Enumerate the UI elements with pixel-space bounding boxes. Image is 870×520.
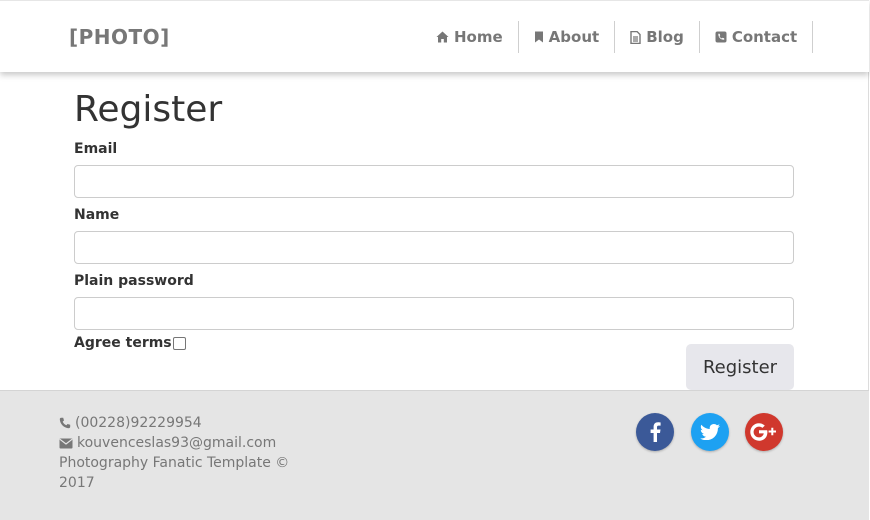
nav-contact-label: Contact [731, 28, 798, 46]
twitter-button[interactable] [691, 413, 729, 451]
footer-phone-line: (00228)92229954 [59, 413, 309, 433]
document-icon [630, 30, 641, 44]
footer: (00228)92229954 kouvenceslas93@gmail.com… [0, 390, 869, 520]
register-form: Register Email Name Plain password Agree… [74, 88, 794, 390]
nav-about-label: About [548, 28, 600, 46]
email-label: Email [74, 141, 118, 157]
nav-blog[interactable]: Blog [614, 21, 699, 53]
footer-copyright: Photography Fanatic Template © 2017 [59, 455, 290, 491]
nav-blog-label: Blog [646, 28, 684, 46]
facebook-button[interactable] [636, 413, 674, 451]
name-field[interactable] [74, 231, 794, 264]
navbar: [PHOTO] Home About Blog Contact [0, 0, 869, 72]
google-plus-button[interactable] [745, 413, 783, 451]
phone-icon [715, 31, 727, 43]
nav-about[interactable]: About [517, 21, 615, 53]
name-label: Name [74, 207, 120, 223]
brand-logo[interactable]: [PHOTO] [69, 25, 170, 49]
nav-contact[interactable]: Contact [698, 21, 812, 53]
google-plus-icon [750, 423, 776, 441]
bookmark-icon [534, 31, 543, 43]
nav-home-label: Home [454, 28, 503, 46]
envelope-icon [59, 438, 73, 448]
footer-email-line: kouvenceslas93@gmail.com [59, 433, 309, 453]
agree-terms-checkbox[interactable] [172, 336, 186, 350]
page-title: Register [74, 89, 223, 130]
footer-email[interactable]: kouvenceslas93@gmail.com [77, 433, 276, 453]
email-field[interactable] [74, 165, 794, 198]
phone-icon [59, 417, 71, 429]
facebook-icon [650, 422, 661, 442]
password-field[interactable] [74, 297, 794, 330]
main-nav: Home About Blog Contact [421, 21, 814, 53]
password-label: Plain password [74, 273, 194, 289]
agree-terms-label: Agree terms [74, 335, 172, 351]
register-button[interactable]: Register [686, 344, 794, 390]
nav-home[interactable]: Home [421, 21, 518, 53]
footer-phone: (00228)92229954 [75, 415, 202, 431]
twitter-icon [700, 424, 720, 440]
footer-contact: (00228)92229954 kouvenceslas93@gmail.com… [59, 413, 309, 493]
home-icon [436, 31, 449, 43]
